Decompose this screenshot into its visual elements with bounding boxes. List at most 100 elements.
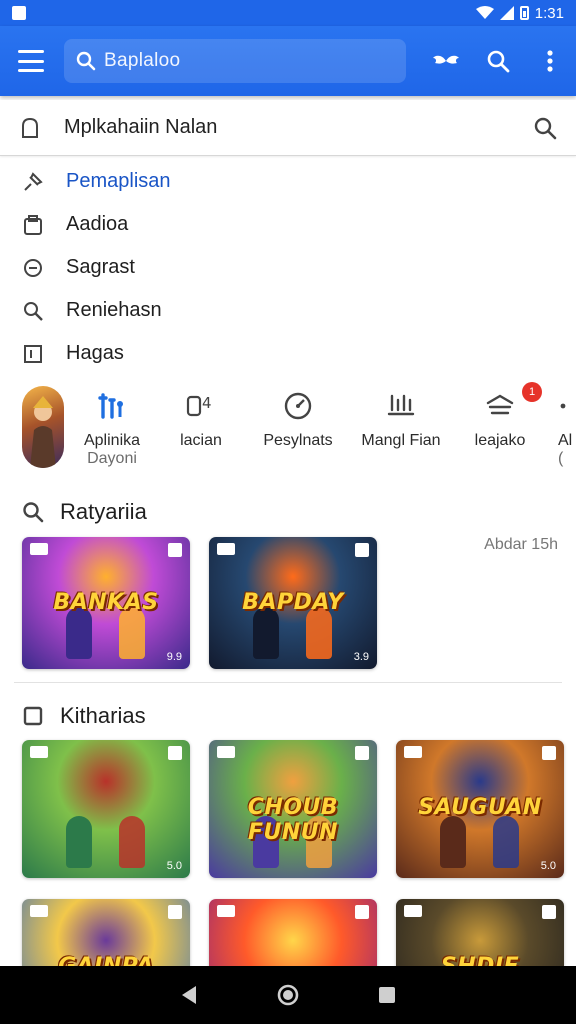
search-field-text: Mplkahaiin Nalan — [64, 116, 218, 138]
character-art — [252, 607, 279, 659]
category-5[interactable]: Al ( — [558, 388, 576, 468]
rating-tag-icon — [217, 746, 235, 758]
divider — [14, 682, 562, 683]
menu-item-label: Hagas — [66, 342, 124, 364]
rating-tag-icon — [30, 746, 48, 758]
game-title: BAPDAY — [242, 589, 344, 615]
system-nav-bar — [0, 966, 576, 1024]
category-2[interactable]: Pesylnats — [256, 388, 340, 450]
home-icon[interactable] — [277, 984, 299, 1006]
status-bar: 1:31 — [0, 0, 576, 26]
menu-item-label: Reniehasn — [66, 299, 162, 321]
menu-icon[interactable] — [18, 50, 44, 72]
category-sublabel: Dayoni — [87, 450, 137, 467]
screen: 1:31 Baplaloo Mplkahaiin Nalan Pemaplisa… — [0, 0, 576, 1024]
layers-icon: 1 — [470, 382, 542, 424]
game-title: BANKAS — [53, 589, 159, 615]
rating-tag-icon — [217, 543, 235, 555]
clock: 1:31 — [534, 4, 564, 22]
menu-item-0[interactable]: Pemaplisan — [0, 160, 576, 203]
menu-list: Pemaplisan Aadioa Sagrast Reniehasn Haga… — [0, 160, 576, 375]
wings-icon[interactable] — [432, 47, 460, 75]
game-rating: 3.9 — [353, 651, 369, 663]
character-art — [65, 607, 92, 659]
app-bar-actions — [432, 47, 564, 75]
category-strip: Aplinika Dayoni 4 lacian Pesylnats Mangl… — [0, 382, 576, 474]
app-search-box[interactable]: Baplaloo — [64, 39, 406, 83]
search-field[interactable]: Mplkahaiin Nalan — [0, 100, 576, 156]
rating-tag-icon — [30, 543, 48, 555]
game-card[interactable]: 5.0 — [22, 740, 190, 878]
game-card[interactable]: CHOUB FUNUN — [209, 740, 377, 878]
game-title: CHOUB FUNUN — [247, 795, 339, 846]
platform-icon — [168, 746, 182, 760]
character-art — [306, 607, 333, 659]
rating-tag-icon — [404, 746, 422, 758]
category-label: Aplinika — [83, 432, 141, 449]
menu-item-1[interactable]: Aadioa — [0, 203, 576, 246]
character-art — [119, 607, 146, 659]
category-4[interactable]: 1 leajako — [470, 382, 542, 450]
character-art — [65, 816, 92, 868]
platform-icon — [355, 746, 369, 760]
character-art — [493, 816, 520, 868]
search-icon[interactable] — [532, 115, 558, 141]
game-rating: 5.0 — [540, 860, 556, 872]
game-rating: 5.0 — [166, 860, 182, 872]
category-sublabel: ( — [558, 450, 564, 467]
category-1[interactable]: 4 lacian — [172, 388, 230, 450]
category-label: Pesylnats — [263, 432, 333, 449]
platform-icon — [168, 905, 182, 919]
platform-icon — [542, 746, 556, 760]
svg-text:4: 4 — [202, 394, 212, 412]
category-3[interactable]: Mangl Fian — [356, 388, 446, 450]
section-header-top: Ratyariia — [0, 498, 576, 526]
square-icon — [22, 343, 44, 365]
platform-icon — [355, 543, 369, 557]
section-meta: Abdar 15h — [484, 536, 558, 553]
menu-item-3[interactable]: Reniehasn — [0, 289, 576, 332]
game-rating: 9.9 — [166, 651, 182, 663]
menu-item-4[interactable]: Hagas — [0, 332, 576, 375]
section-header-second: Kitharias — [0, 702, 576, 730]
folder-icon — [22, 214, 44, 236]
rating-tag-icon — [217, 905, 235, 917]
gauge-icon — [256, 388, 340, 424]
rating-tag-icon — [404, 905, 422, 917]
category-label: lacian — [180, 432, 222, 449]
game-title: SAUGUAN — [418, 795, 542, 821]
section-title: Kitharias — [60, 703, 146, 728]
section-title: Ratyariia — [60, 499, 147, 524]
recents-icon[interactable] — [376, 984, 398, 1006]
game-card[interactable]: SAUGUAN 5.0 — [396, 740, 564, 878]
more-icon[interactable] — [536, 47, 564, 75]
game-card[interactable]: BANKAS 9.9 — [22, 537, 190, 669]
more-icon — [558, 388, 576, 424]
platform-icon — [355, 905, 369, 919]
platform-icon — [168, 543, 182, 557]
menu-item-label: Sagrast — [66, 256, 135, 278]
signal-icon — [499, 6, 514, 20]
menu-item-2[interactable]: Sagrast — [0, 246, 576, 289]
category-label: Al — [558, 432, 573, 449]
app-bar: Baplaloo — [0, 26, 576, 96]
avatar[interactable] — [22, 386, 64, 468]
category-0[interactable]: Aplinika Dayoni — [78, 388, 146, 468]
search-icon[interactable] — [484, 47, 512, 75]
app-search-text: Baplaloo — [104, 50, 181, 71]
character-art — [439, 816, 466, 868]
pin-icon — [22, 171, 44, 193]
circle-icon — [22, 257, 44, 279]
status-icons: 1:31 — [475, 4, 564, 22]
menu-item-label: Pemaplisan — [66, 170, 171, 192]
magnify-icon — [22, 300, 44, 322]
category-label: Mangl Fian — [361, 432, 441, 449]
search-icon — [23, 502, 44, 523]
back-icon[interactable] — [178, 984, 200, 1006]
game-card[interactable]: BAPDAY 3.9 — [209, 537, 377, 669]
square-icon — [23, 706, 43, 726]
tools-icon — [78, 388, 146, 424]
wifi-icon — [475, 6, 494, 19]
notification-icon — [12, 6, 26, 20]
rating-tag-icon — [30, 905, 48, 917]
